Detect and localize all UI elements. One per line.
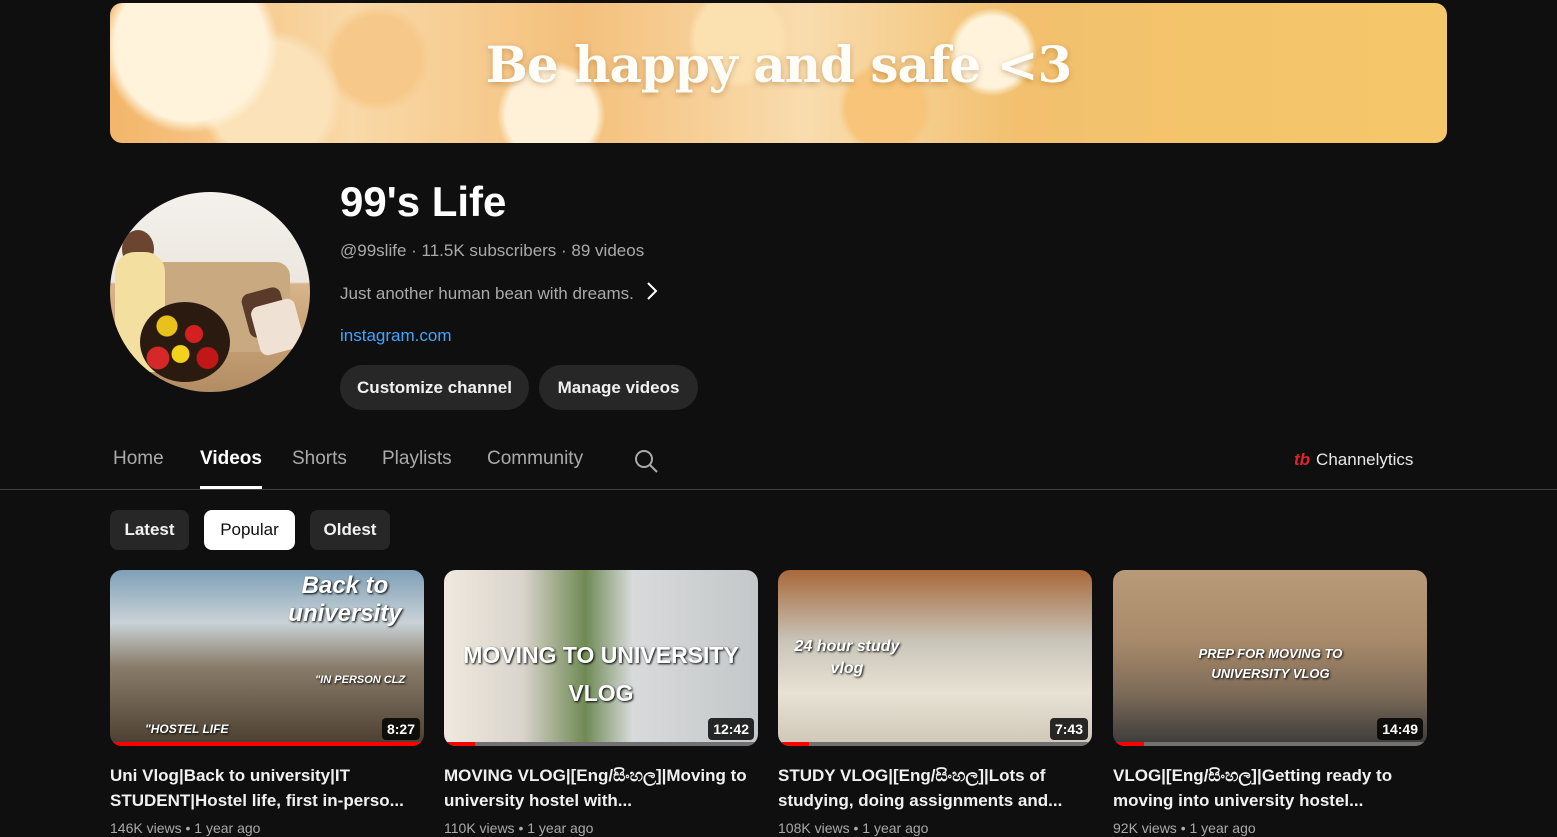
thumbnail-overlay-text: PREP FOR MOVING TO UNIVERSITY VLOG — [1198, 646, 1343, 681]
video-meta: 110K views • 1 year ago — [444, 820, 594, 836]
video-card[interactable]: PREP FOR MOVING TO UNIVERSITY VLOG 14:49… — [1113, 570, 1427, 836]
tab-videos[interactable]: Videos — [200, 448, 262, 470]
video-duration: 12:42 — [708, 718, 754, 740]
channel-name: 99's Life — [340, 178, 507, 225]
tab-community[interactable]: Community — [487, 448, 583, 470]
video-meta: 108K views • 1 year ago — [778, 820, 929, 836]
video-thumbnail[interactable]: Back to university "IN PERSON CLZ "HOSTE… — [110, 570, 424, 746]
channel-meta: @99slife · 11.5K subscribers · 89 videos — [340, 241, 645, 260]
video-thumbnail[interactable]: PREP FOR MOVING TO UNIVERSITY VLOG 14:49 — [1113, 570, 1427, 746]
tab-shorts[interactable]: Shorts — [292, 448, 347, 470]
watch-progress-bar — [778, 742, 810, 746]
channelytics-extension[interactable]: tb Channelytics — [1294, 450, 1413, 470]
watch-progress-track — [778, 742, 1092, 746]
video-duration: 8:27 — [381, 718, 420, 740]
channel-link[interactable]: instagram.com — [340, 326, 451, 346]
banner-text: Be happy and safe <3 — [485, 35, 1073, 94]
search-icon[interactable] — [633, 448, 659, 474]
video-title[interactable]: VLOG|[Eng/සිංහල]|Getting ready to moving… — [1113, 763, 1427, 813]
chip-latest[interactable]: Latest — [110, 510, 189, 550]
video-thumbnail[interactable]: MOVING TO UNIVERSITY VLOG 12:42 — [444, 570, 758, 746]
video-meta: 146K views • 1 year ago — [110, 820, 261, 836]
channel-avatar[interactable] — [110, 192, 310, 392]
watch-progress-bar — [110, 742, 424, 746]
active-tab-indicator — [200, 486, 262, 489]
chip-oldest[interactable]: Oldest — [310, 510, 390, 550]
video-title[interactable]: Uni Vlog|Back to university|IT STUDENT|H… — [110, 763, 424, 813]
watch-progress-track — [1113, 742, 1427, 746]
thumbnail-overlay-text: 24 hour study vlog — [794, 638, 900, 677]
video-meta: 92K views • 1 year ago — [1113, 820, 1256, 836]
channel-tabs: Home Videos Shorts Playlists Community t… — [0, 430, 1557, 490]
video-card[interactable]: Back to university "IN PERSON CLZ "HOSTE… — [110, 570, 424, 836]
avatar-flowers — [140, 302, 230, 382]
manage-videos-button[interactable]: Manage videos — [539, 365, 698, 410]
thumbnail-overlay-text: MOVING TO UNIVERSITY VLOG — [463, 642, 739, 706]
channel-description[interactable]: Just another human bean with dreams. — [340, 281, 658, 307]
video-title[interactable]: MOVING VLOG|[Eng/සිංහල]|Moving to univer… — [444, 763, 758, 813]
watch-progress-bar — [444, 742, 476, 746]
thumbnail-overlay-text: "HOSTEL LIFE — [145, 722, 229, 736]
watch-progress-bar — [1113, 742, 1145, 746]
watch-progress-track — [444, 742, 758, 746]
chevron-right-icon[interactable] — [646, 281, 658, 307]
video-card[interactable]: 24 hour study vlog 7:43 STUDY VLOG|[Eng/… — [778, 570, 1092, 836]
customize-channel-button[interactable]: Customize channel — [340, 365, 529, 410]
tab-playlists[interactable]: Playlists — [382, 448, 452, 470]
channelytics-logo-icon: tb — [1294, 450, 1311, 469]
video-duration: 7:43 — [1049, 718, 1088, 740]
chip-popular[interactable]: Popular — [204, 510, 295, 550]
video-card[interactable]: MOVING TO UNIVERSITY VLOG 12:42 MOVING V… — [444, 570, 758, 836]
channel-banner: Be happy and safe <3 — [110, 3, 1447, 143]
channel-description-text: Just another human bean with dreams. — [340, 284, 634, 303]
video-thumbnail[interactable]: 24 hour study vlog 7:43 — [778, 570, 1092, 746]
video-title[interactable]: STUDY VLOG|[Eng/සිංහල]|Lots of studying,… — [778, 763, 1092, 813]
thumbnail-overlay-text: "IN PERSON CLZ — [315, 674, 406, 686]
tab-home[interactable]: Home — [113, 448, 164, 470]
thumbnail-overlay-text: Back to university — [288, 572, 402, 627]
channelytics-label: Channelytics — [1316, 450, 1414, 469]
video-duration: 14:49 — [1377, 718, 1423, 740]
